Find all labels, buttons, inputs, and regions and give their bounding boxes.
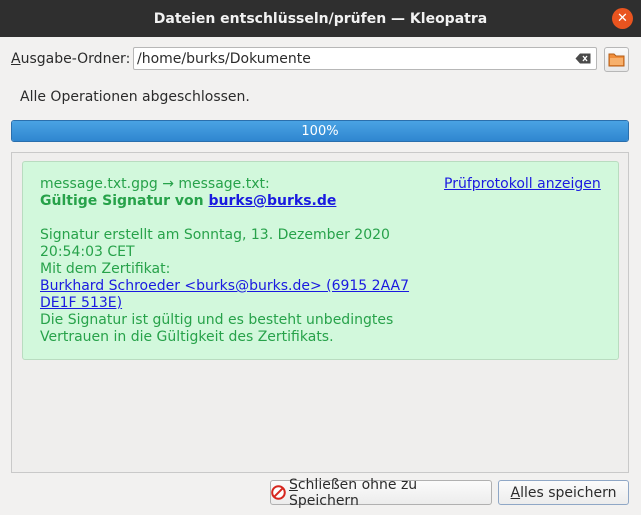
folder-icon [608, 53, 625, 67]
certificate-link-line1[interactable]: Burkhard Schroeder <burks@burks.de> (691… [40, 278, 420, 295]
clear-input-icon[interactable] [575, 53, 591, 64]
certificate-link-line2[interactable]: DE1F 513E) [40, 295, 420, 312]
result-files: message.txt.gpg → message.txt: [40, 176, 270, 192]
certificate-label: Mit dem Zertifikat: [40, 261, 171, 277]
progress-bar: 100% [11, 120, 629, 142]
results-panel: message.txt.gpg → message.txt: Gültige S… [11, 152, 629, 473]
signature-created-line2: 20:54:03 CET [40, 244, 135, 260]
valid-signature-line: Gültige Signatur von burks@burks.de [40, 193, 337, 209]
stop-icon [271, 485, 286, 500]
save-all-button[interactable]: Alles speichern [498, 480, 629, 505]
trust-line1: Die Signatur ist gültig und es besteht u… [40, 312, 394, 328]
window-close-button[interactable]: ✕ [612, 8, 633, 29]
close-icon: ✕ [617, 11, 628, 26]
browse-folder-button[interactable] [604, 47, 629, 72]
signature-created-line1: Signatur erstellt am Sonntag, 13. Dezemb… [40, 227, 390, 243]
output-folder-input[interactable] [137, 49, 567, 68]
window-title: Dateien entschlüsseln/prüfen — Kleopatra [153, 10, 488, 27]
signer-email-link[interactable]: burks@burks.de [208, 193, 336, 209]
progress-label: 100% [301, 123, 339, 139]
result-text: message.txt.gpg → message.txt: Gültige S… [40, 176, 420, 346]
audit-log-link[interactable]: Prüfprotokoll anzeigen [444, 176, 601, 193]
status-text: Alle Operationen abgeschlossen. [20, 89, 250, 105]
output-folder-label: Ausgabe-Ordner: [11, 51, 131, 67]
trust-line2: Vertrauen in die Gültigkeit des Zertifik… [40, 329, 334, 345]
title-bar: Dateien entschlüsseln/prüfen — Kleopatra… [0, 0, 641, 37]
close-without-saving-button[interactable]: Schließen ohne zu Speichern [270, 477, 492, 509]
result-box: message.txt.gpg → message.txt: Gültige S… [22, 161, 619, 360]
output-folder-field[interactable] [133, 47, 597, 70]
